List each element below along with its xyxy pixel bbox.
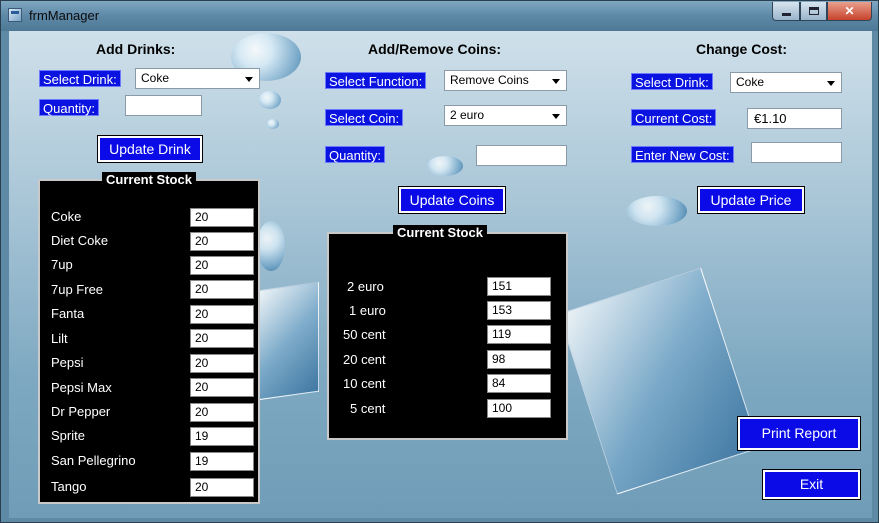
- ice-cube-decoration: [257, 281, 319, 401]
- drink-stock-field[interactable]: 19: [190, 452, 254, 471]
- drink-name: 7up Free: [51, 282, 104, 297]
- coin-quantity-label: Quantity:: [325, 146, 386, 163]
- coin-select[interactable]: 2 euro: [444, 105, 567, 126]
- coin-select-value: 2 euro: [450, 108, 485, 122]
- quantity-label: Quantity:: [39, 99, 100, 116]
- update-price-button[interactable]: Update Price: [697, 186, 805, 214]
- drink-name: 7up: [51, 257, 73, 272]
- coin-stock-title: Current Stock: [393, 225, 487, 240]
- coin-stock-field[interactable]: 98: [487, 350, 551, 369]
- coin-stock-field[interactable]: 84: [487, 374, 551, 393]
- cost-select-drink-label: Select Drink:: [631, 73, 713, 90]
- drink-stock-title: Current Stock: [102, 172, 196, 187]
- window-title: frmManager: [29, 8, 100, 23]
- close-button[interactable]: ✕: [827, 2, 872, 21]
- update-coins-button[interactable]: Update Coins: [398, 186, 506, 214]
- coin-stock-field[interactable]: 119: [487, 325, 551, 344]
- bubble-decoration: [427, 156, 463, 176]
- print-report-button[interactable]: Print Report: [737, 416, 861, 451]
- coin-function-select[interactable]: Remove Coins: [444, 70, 567, 91]
- drink-name: Sprite: [51, 428, 85, 443]
- drink-name: San Pellegrino: [51, 453, 136, 468]
- drink-stock-field[interactable]: 20: [190, 478, 254, 497]
- chevron-down-icon[interactable]: [552, 79, 560, 84]
- drink-stock-field[interactable]: 20: [190, 378, 254, 397]
- drink-stock-field[interactable]: 20: [190, 256, 254, 275]
- minimize-button[interactable]: [772, 2, 800, 21]
- bubble-decoration: [627, 196, 687, 226]
- chevron-down-icon[interactable]: [245, 77, 253, 82]
- drink-stock-field[interactable]: 20: [190, 403, 254, 422]
- drink-stock-field[interactable]: 20: [190, 305, 254, 324]
- drink-name: Pepsi Max: [51, 380, 112, 395]
- new-cost-input[interactable]: [751, 142, 842, 163]
- drink-stock-field[interactable]: 19: [190, 427, 254, 446]
- coin-name: 10 cent: [343, 376, 386, 391]
- select-function-label: Select Function:: [325, 72, 427, 89]
- select-coin-label: Select Coin:: [325, 109, 404, 126]
- drink-name: Fanta: [51, 306, 85, 321]
- drink-name: Diet Coke: [51, 233, 109, 248]
- ice-cube-decoration: [558, 267, 760, 495]
- chevron-down-icon[interactable]: [827, 81, 835, 86]
- update-drink-button[interactable]: Update Drink: [97, 135, 203, 163]
- app-window: frmManager ✕ Add Drinks: Select Drink: C…: [0, 0, 879, 523]
- add-drinks-heading: Add Drinks:: [96, 41, 176, 57]
- select-drink-label: Select Drink:: [39, 70, 121, 87]
- cost-drink-select[interactable]: Coke: [730, 72, 842, 93]
- current-cost-label: Current Cost:: [631, 109, 717, 126]
- bubble-decoration: [267, 119, 279, 129]
- drink-stock-field[interactable]: 20: [190, 208, 254, 227]
- coin-name: 5 cent: [350, 401, 386, 416]
- exit-button[interactable]: Exit: [762, 469, 861, 500]
- coin-stock-panel: Current Stock 2 euro 151 1 euro 153 50 c…: [327, 225, 568, 440]
- new-cost-label: Enter New Cost:: [631, 146, 734, 163]
- drink-stock-field[interactable]: 20: [190, 329, 254, 348]
- add-drink-select[interactable]: Coke: [135, 68, 260, 89]
- coin-name: 2 euro: [347, 279, 384, 294]
- drink-name: Lilt: [51, 331, 68, 346]
- maximize-icon: [808, 7, 819, 15]
- add-remove-coins-heading: Add/Remove Coins:: [368, 41, 502, 57]
- change-cost-heading: Change Cost:: [696, 41, 787, 57]
- close-icon: ✕: [844, 4, 855, 18]
- coin-name: 50 cent: [343, 327, 386, 342]
- add-drink-quantity-input[interactable]: [125, 95, 202, 116]
- maximize-button[interactable]: [800, 2, 827, 21]
- drink-name: Pepsi: [51, 355, 84, 370]
- drink-name: Tango: [51, 479, 87, 494]
- coin-quantity-input[interactable]: [476, 145, 567, 166]
- drink-stock-panel: Current Stock Coke 20 Diet Coke 20 7up 2…: [38, 172, 260, 504]
- coin-function-select-value: Remove Coins: [450, 73, 529, 87]
- title-bar[interactable]: frmManager ✕: [1, 1, 878, 31]
- coin-name: 20 cent: [343, 352, 386, 367]
- bubble-decoration: [259, 91, 281, 109]
- bubble-decoration: [257, 221, 285, 271]
- drink-name: Dr Pepper: [51, 404, 111, 419]
- coin-name: 1 euro: [349, 303, 386, 318]
- current-cost-field[interactable]: €1.10: [747, 108, 842, 129]
- coin-stock-field[interactable]: 151: [487, 277, 551, 296]
- drink-name: Coke: [51, 209, 82, 224]
- minimize-icon: [781, 12, 791, 16]
- drink-stock-field[interactable]: 20: [190, 232, 254, 251]
- chevron-down-icon[interactable]: [552, 114, 560, 119]
- cost-drink-select-value: Coke: [736, 75, 765, 89]
- coin-stock-field[interactable]: 100: [487, 399, 551, 418]
- drink-stock-field[interactable]: 20: [190, 280, 254, 299]
- coin-stock-field[interactable]: 153: [487, 301, 551, 320]
- add-drink-select-value: Coke: [141, 71, 170, 85]
- drink-stock-field[interactable]: 20: [190, 354, 254, 373]
- app-icon: [8, 8, 22, 22]
- form-client-area: Add Drinks: Select Drink: Coke Quantity:…: [9, 31, 872, 518]
